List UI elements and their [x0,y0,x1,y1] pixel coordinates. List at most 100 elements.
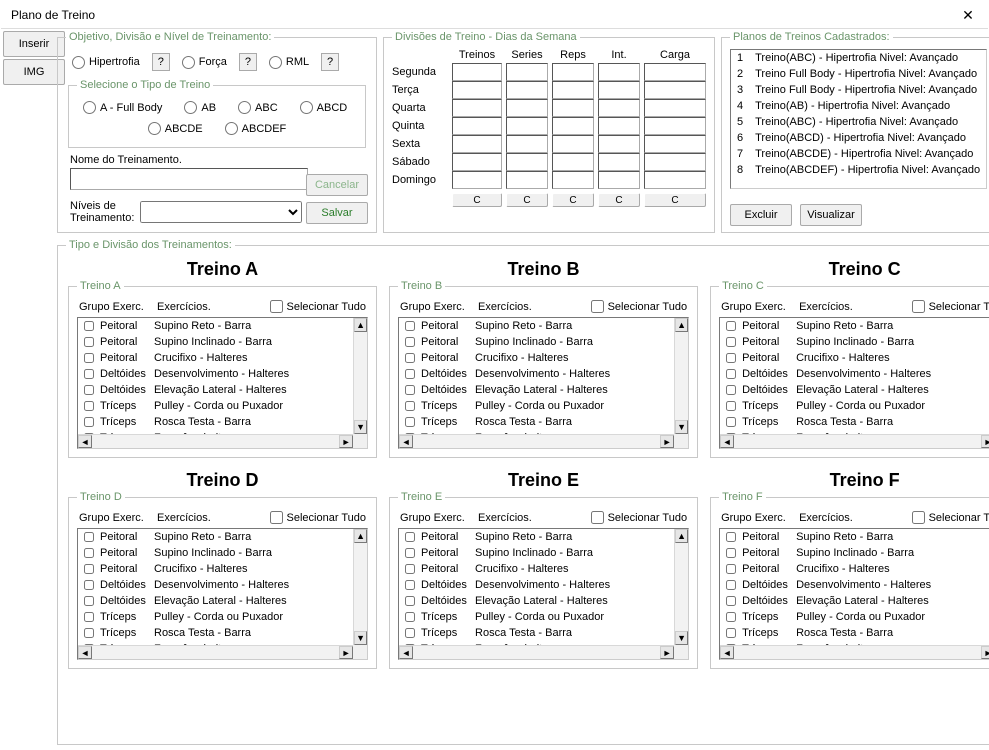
exercise-checkbox[interactable] [84,564,94,574]
help-forca-button[interactable]: ? [239,53,257,71]
selecionar-tudo[interactable]: Selecionar Tudo [270,511,367,524]
scroll-left-icon[interactable]: ◄ [720,435,734,448]
ter-treinos-input[interactable] [452,81,502,99]
plano-list-item[interactable]: 2Treino Full Body - Hipertrofia Nivel: A… [731,66,986,82]
plano-list-item[interactable]: 4Treino(AB) - Hipertrofia Nivel: Avançad… [731,98,986,114]
c-reps-button[interactable]: C [552,193,594,207]
help-hipertrofia-button[interactable]: ? [152,53,170,71]
exercise-row[interactable]: DeltóidesElevação Lateral - Halteres [78,593,353,609]
exercise-checkbox[interactable] [84,596,94,606]
dom-reps-input[interactable] [552,171,594,189]
exercise-row[interactable]: PeitoralSupino Reto - Barra [720,318,989,334]
qua-reps-input[interactable] [552,99,594,117]
exercise-checkbox[interactable] [84,532,94,542]
exercise-checkbox[interactable] [405,596,415,606]
exercise-row[interactable]: TrícepsPulley - Corda ou Puxador [399,398,674,414]
horizontal-scrollbar[interactable]: ◄► [720,645,989,659]
visualizar-button[interactable]: Visualizar [800,204,862,226]
dom-carga-input[interactable] [644,171,706,189]
exercise-checkbox[interactable] [726,337,736,347]
exercise-checkbox[interactable] [726,596,736,606]
radio-tipo-ab[interactable]: AB [184,101,216,114]
exercise-checkbox[interactable] [726,385,736,395]
horizontal-scrollbar[interactable]: ◄► [720,434,989,448]
exercise-checkbox[interactable] [726,628,736,638]
exercise-checkbox[interactable] [726,564,736,574]
excluir-button[interactable]: Excluir [730,204,792,226]
exercise-row[interactable]: TrícepsRosca Testa - Barra [720,625,989,641]
dom-int-input[interactable] [598,171,640,189]
exercise-row[interactable]: PeitoralSupino Inclinado - Barra [399,334,674,350]
exercise-row[interactable]: TrícepsRosca Testa - Barra [399,414,674,430]
sex-series-input[interactable] [506,135,548,153]
exercise-checkbox[interactable] [726,353,736,363]
exercise-row[interactable]: DeltóidesDesenvolvimento - Halteres [399,366,674,382]
exercise-row[interactable]: DeltóidesDesenvolvimento - Halteres [78,577,353,593]
vertical-scrollbar[interactable]: ▲▼ [674,529,688,645]
qui-reps-input[interactable] [552,117,594,135]
exercise-row[interactable]: PeitoralSupino Inclinado - Barra [720,545,989,561]
exercise-checkbox[interactable] [726,417,736,427]
niveis-select[interactable] [140,201,302,223]
exercise-row[interactable]: DeltóidesDesenvolvimento - Halteres [399,577,674,593]
ter-series-input[interactable] [506,81,548,99]
ter-carga-input[interactable] [644,81,706,99]
scroll-up-icon[interactable]: ▲ [675,529,688,543]
scroll-right-icon[interactable]: ► [981,435,989,448]
vertical-scrollbar[interactable]: ▲▼ [353,318,367,434]
exercise-checkbox[interactable] [84,369,94,379]
selecionar-tudo[interactable]: Selecionar Tudo [912,300,989,313]
sex-int-input[interactable] [598,135,640,153]
exercise-row[interactable]: PeitoralSupino Reto - Barra [399,318,674,334]
plano-list-item[interactable]: 1Treino(ABC) - Hipertrofia Nivel: Avança… [731,50,986,66]
plano-list-item[interactable]: 5Treino(ABC) - Hipertrofia Nivel: Avança… [731,114,986,130]
exercise-checkbox[interactable] [84,385,94,395]
cancelar-button[interactable]: Cancelar [306,174,368,196]
exercise-checkbox[interactable] [726,532,736,542]
sex-reps-input[interactable] [552,135,594,153]
selecionar-tudo[interactable]: Selecionar Tudo [591,511,688,524]
exercise-checkbox[interactable] [84,321,94,331]
scroll-down-icon[interactable]: ▼ [354,420,367,434]
exercise-row[interactable]: TrícepsRosca Testa - Barra [78,414,353,430]
scroll-up-icon[interactable]: ▲ [354,529,367,543]
exercise-checkbox[interactable] [405,401,415,411]
exercise-checkbox[interactable] [84,401,94,411]
exercise-row[interactable]: PeitoralCrucifixo - Halteres [78,350,353,366]
seg-series-input[interactable] [506,63,548,81]
exercise-checkbox[interactable] [726,548,736,558]
exercise-row[interactable]: DeltóidesElevação Lateral - Halteres [78,382,353,398]
exercise-checkbox[interactable] [84,417,94,427]
exercise-row[interactable]: PeitoralCrucifixo - Halteres [720,350,989,366]
exercise-row[interactable]: PeitoralCrucifixo - Halteres [720,561,989,577]
seg-reps-input[interactable] [552,63,594,81]
plano-list-item[interactable]: 8Treino(ABCDEF) - Hipertrofia Nivel: Ava… [731,162,986,178]
exercise-checkbox[interactable] [726,612,736,622]
exercise-row[interactable]: TrícepsPulley - Corda ou Puxador [78,398,353,414]
exercise-row[interactable]: PeitoralSupino Reto - Barra [720,529,989,545]
exercise-checkbox[interactable] [405,417,415,427]
scroll-down-icon[interactable]: ▼ [354,631,367,645]
radio-tipo-abc[interactable]: ABC [238,101,278,114]
ter-int-input[interactable] [598,81,640,99]
exercise-row[interactable]: PeitoralCrucifixo - Halteres [78,561,353,577]
radio-tipo-abcd[interactable]: ABCD [300,101,348,114]
close-icon[interactable]: ✕ [952,5,984,25]
exercise-row[interactable]: DeltóidesElevação Lateral - Halteres [720,593,989,609]
vertical-scrollbar[interactable]: ▲▼ [674,318,688,434]
sab-int-input[interactable] [598,153,640,171]
radio-tipo-a[interactable]: A - Full Body [83,101,162,114]
exercise-row[interactable]: TrícepsPulley - Corda ou Puxador [399,609,674,625]
sab-carga-input[interactable] [644,153,706,171]
exercise-checkbox[interactable] [405,321,415,331]
plano-list-item[interactable]: 7Treino(ABCDE) - Hipertrofia Nivel: Avan… [731,146,986,162]
exercise-row[interactable]: TrícepsPulley - Corda ou Puxador [78,609,353,625]
seg-treinos-input[interactable] [452,63,502,81]
qua-treinos-input[interactable] [452,99,502,117]
exercise-checkbox[interactable] [726,321,736,331]
sex-treinos-input[interactable] [452,135,502,153]
radio-forca[interactable]: Força [182,56,227,69]
exercise-row[interactable]: DeltóidesDesenvolvimento - Halteres [78,366,353,382]
scroll-left-icon[interactable]: ◄ [399,435,413,448]
nome-treinamento-input[interactable] [70,168,308,190]
